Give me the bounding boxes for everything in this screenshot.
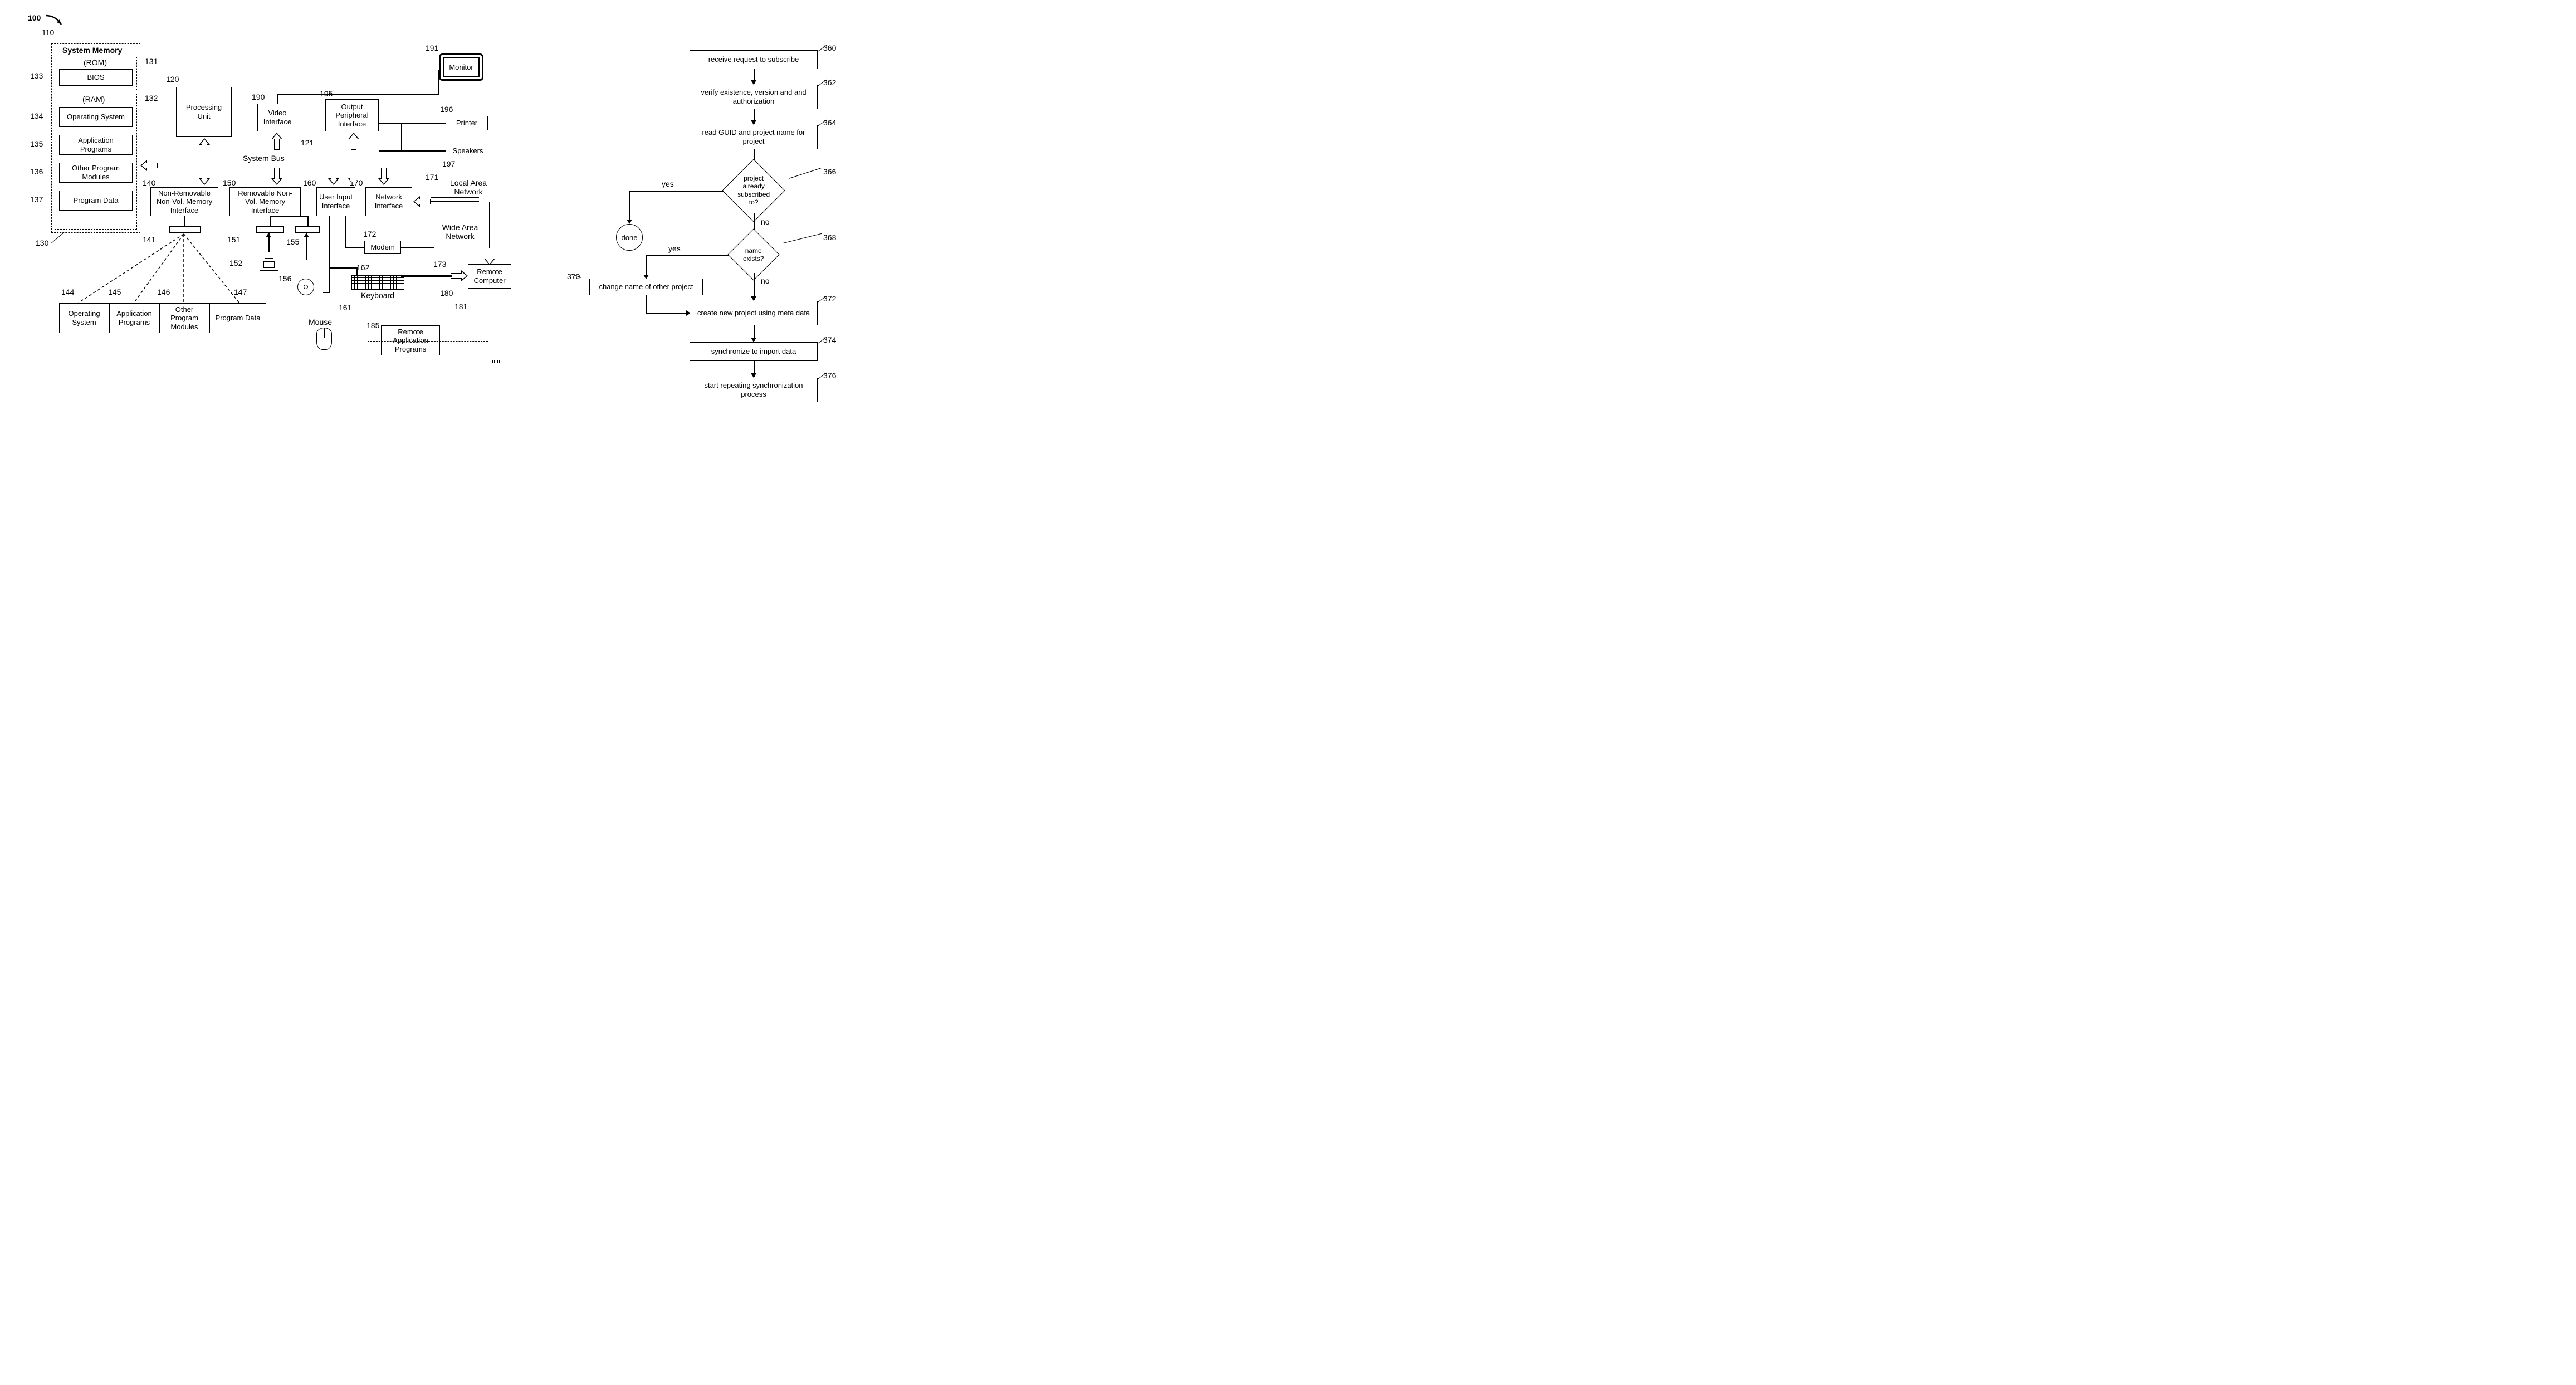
ref-136: 136	[30, 167, 43, 176]
no-label-1: no	[761, 217, 770, 226]
mouse-label: Mouse	[309, 318, 332, 326]
done-circle: done	[616, 224, 643, 251]
ref-130: 130	[36, 238, 48, 247]
keyboard-label: Keyboard	[361, 291, 394, 300]
floppy-drive-slot	[256, 226, 284, 233]
ref-376: 376	[823, 371, 836, 380]
ref-372: 372	[823, 294, 836, 303]
ref-181: 181	[454, 302, 467, 311]
step-360-box: receive request to subscribe	[690, 50, 818, 69]
lan-label: Local Area Network	[443, 178, 493, 196]
ref-362: 362	[823, 78, 836, 87]
system-bus-label: System Bus	[243, 154, 285, 163]
remote-apps-box: Remote Application Programs	[381, 325, 440, 355]
disk-pdata-box: Program Data	[209, 303, 266, 333]
step-374-box: synchronize to import data	[690, 342, 818, 361]
no-label-2: no	[761, 276, 770, 285]
ram-os-box: Operating System	[59, 107, 133, 127]
user-input-if-box: User Input Interface	[316, 187, 355, 216]
removable-if-box: Removable Non-Vol. Memory Interface	[229, 187, 301, 216]
step-372-box: create new project using meta data	[690, 301, 818, 325]
ref-173: 173	[433, 260, 446, 269]
bios-box: BIOS	[59, 69, 133, 86]
ref-162: 162	[356, 263, 369, 272]
ref-374: 374	[823, 335, 836, 344]
step-362-box: verify existence, version and and author…	[690, 85, 818, 109]
ref-140: 140	[143, 178, 155, 187]
hdd-slot	[169, 226, 201, 233]
step-376-box: start repeating synchronization process	[690, 378, 818, 402]
processing-unit-box: Processing Unit	[176, 87, 232, 137]
ref-135: 135	[30, 139, 43, 148]
ref-131: 131	[145, 57, 158, 66]
keyboard-icon	[351, 275, 404, 290]
system-memory-title: System Memory	[62, 46, 122, 55]
ref-366: 366	[823, 167, 836, 176]
ref-155: 155	[286, 237, 299, 246]
mouse-icon	[316, 328, 332, 350]
ref-120: 120	[166, 75, 179, 84]
ref-197: 197	[442, 159, 455, 168]
modem-box: Modem	[364, 241, 401, 254]
ram-apps-box: Application Programs	[59, 135, 133, 155]
ref-133: 133	[30, 71, 43, 80]
ref-156: 156	[278, 274, 291, 283]
ref-132: 132	[145, 94, 158, 103]
monitor-box: Monitor	[439, 53, 483, 81]
ref-190: 190	[252, 92, 265, 101]
wan-label: Wide Area Network	[438, 223, 482, 241]
ref-134: 134	[30, 111, 43, 120]
speakers-box: Speakers	[446, 144, 490, 158]
ref-171: 171	[426, 173, 438, 182]
optical-drive-slot	[295, 226, 320, 233]
ref-100: 100	[28, 13, 41, 22]
ref-150: 150	[223, 178, 236, 187]
ref-121: 121	[301, 138, 314, 147]
ref-172: 172	[363, 230, 376, 238]
ram-label: (RAM)	[82, 95, 105, 104]
disc-icon	[297, 279, 314, 295]
ram-modules-box: Other Program Modules	[59, 163, 133, 183]
ref-160: 160	[303, 178, 316, 187]
step-364-box: read GUID and project name for project	[690, 125, 818, 149]
remote-computer-box: Remote Computer	[468, 264, 511, 289]
disk-os-box: Operating System	[59, 303, 109, 333]
step-370-box: change name of other project	[589, 279, 703, 295]
yes-label-1: yes	[662, 179, 674, 188]
ref-137: 137	[30, 195, 43, 204]
ref-368: 368	[823, 233, 836, 242]
hdd-leaders	[61, 233, 273, 305]
system-bus	[151, 163, 412, 168]
nonremovable-if-box: Non-Removable Non-Vol. Memory Interface	[150, 187, 218, 216]
yes-label-2: yes	[668, 244, 681, 253]
ref-110: 110	[42, 28, 54, 37]
disk-modules-box: Other Program Modules	[159, 303, 209, 333]
video-interface-box: Video Interface	[257, 104, 297, 131]
remote-router-icon	[475, 358, 502, 365]
ref-185: 185	[366, 321, 379, 330]
monitor-label: Monitor	[443, 57, 480, 77]
ref-191: 191	[426, 43, 438, 52]
output-peripheral-box: Output Peripheral Interface	[325, 99, 379, 131]
disk-apps-box: Application Programs	[109, 303, 159, 333]
ref-180: 180	[440, 289, 453, 298]
rom-label: (ROM)	[84, 58, 107, 67]
printer-box: Printer	[446, 116, 488, 130]
ref-364: 364	[823, 118, 836, 127]
network-if-box: Network Interface	[365, 187, 412, 216]
ref-360: 360	[823, 43, 836, 52]
ram-pdata-box: Program Data	[59, 191, 133, 211]
ref-196: 196	[440, 105, 453, 114]
ref-161: 161	[339, 303, 351, 312]
